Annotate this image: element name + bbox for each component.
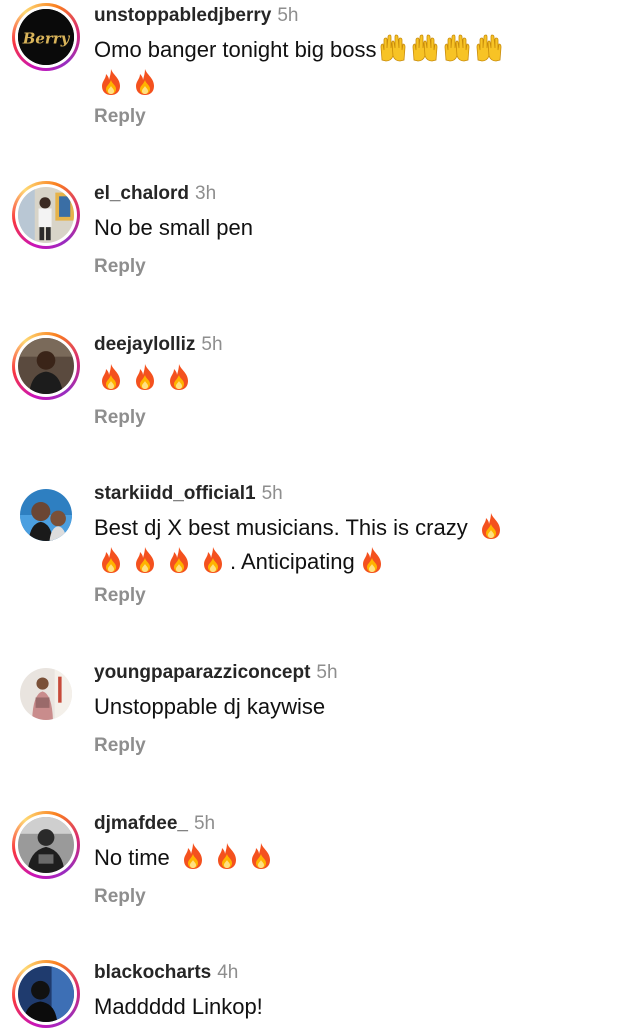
fire-icon [247, 842, 275, 870]
username[interactable]: deejaylolliz [94, 334, 195, 355]
username[interactable]: unstoppabledjberry [94, 5, 271, 26]
username[interactable]: djmafdee_ [94, 813, 188, 834]
comment-text: Unstoppable dj kaywise [94, 690, 574, 724]
comments-screen: { "comments": [ { "username": "unstoppab… [0, 0, 618, 1028]
reply-button[interactable]: Reply [94, 735, 146, 757]
timestamp: 3h [195, 183, 217, 204]
comment-text-part: Maddddd Linkop! [94, 994, 263, 1019]
comment-header: youngpaparazziconcept 5h [94, 660, 338, 686]
raised-hands-icon [410, 34, 440, 62]
fire-icon [97, 68, 125, 96]
raised-hands-icon [378, 34, 408, 62]
timestamp: 5h [261, 483, 283, 504]
comment-header: djmafdee_ 5h [94, 811, 215, 837]
timestamp: 5h [193, 813, 216, 834]
fire-icon [477, 512, 505, 540]
avatar[interactable] [12, 181, 80, 249]
reply-button[interactable]: Reply [94, 886, 146, 908]
reply-button[interactable]: Reply [94, 256, 146, 278]
fire-icon [131, 546, 159, 574]
comment-header: starkiidd_official1 5h [94, 481, 283, 507]
timestamp: 5h [316, 662, 338, 683]
comment-text: No time [94, 841, 574, 875]
reply-button[interactable]: Reply [94, 585, 146, 607]
username[interactable]: blackocharts [94, 962, 211, 983]
comment-header: deejaylolliz 5h [94, 332, 223, 358]
fire-icon [179, 842, 207, 870]
comment-text-part: No time [94, 845, 170, 870]
comment-text-part: Unstoppable dj kaywise [94, 694, 326, 719]
comment-text: Best dj X best musicians. This is crazy … [94, 511, 574, 579]
comment-text: Omo banger tonight big boss [94, 33, 574, 101]
fire-icon [199, 546, 227, 574]
username[interactable]: el_chalord [94, 183, 189, 204]
fire-icon [165, 546, 193, 574]
avatar[interactable] [12, 811, 80, 879]
comment-header: blackocharts 4h [94, 960, 238, 986]
comment-text [94, 362, 574, 396]
raised-hands-icon [442, 34, 472, 62]
timestamp: 5h [201, 334, 223, 355]
fire-icon [97, 546, 125, 574]
fire-icon [97, 363, 125, 391]
comment-text-part: Omo banger tonight big boss [94, 37, 377, 62]
avatar[interactable] [12, 332, 80, 400]
avatar-logo-text: Berry [22, 30, 71, 48]
avatar[interactable]: Berry [12, 3, 80, 71]
comment-text-part: . Anticipating [230, 549, 355, 574]
fire-icon [131, 363, 159, 391]
avatar[interactable] [12, 481, 80, 549]
fire-icon [165, 363, 193, 391]
comment-header: el_chalord 3h [94, 181, 216, 207]
avatar[interactable] [12, 660, 80, 728]
comment-text-part: Best dj X best musicians. This is crazy [94, 515, 468, 540]
reply-button[interactable]: Reply [94, 407, 146, 429]
comment-text-part: No be small pen [94, 215, 253, 240]
comment-header: unstoppabledjberry 5h [94, 3, 299, 29]
fire-icon [213, 842, 241, 870]
raised-hands-icon [474, 34, 504, 62]
reply-button[interactable]: Reply [94, 106, 146, 128]
comment-text: Maddddd Linkop! [94, 990, 574, 1024]
avatar[interactable] [12, 960, 80, 1028]
timestamp: 4h [217, 962, 239, 983]
timestamp: 5h [277, 5, 299, 26]
username[interactable]: starkiidd_official1 [94, 483, 256, 504]
fire-icon [131, 68, 159, 96]
username[interactable]: youngpaparazziconcept [94, 662, 310, 683]
fire-icon [358, 546, 386, 574]
comment-text: No be small pen [94, 211, 574, 245]
